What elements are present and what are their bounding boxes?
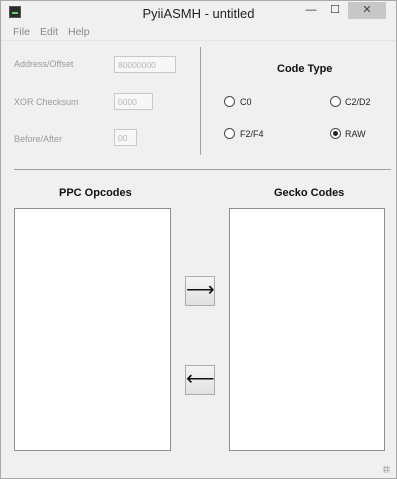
radio-c2-d2-label: C2/D2 bbox=[345, 97, 371, 107]
main-window: PyiiASMH - untitled — ☐ ✕ File Edit Help… bbox=[0, 0, 397, 479]
radio-f2-f4[interactable] bbox=[224, 128, 235, 139]
gecko-codes-title: Gecko Codes bbox=[274, 187, 345, 199]
close-button[interactable]: ✕ bbox=[348, 2, 386, 19]
before-after-label: Before/After bbox=[14, 134, 63, 144]
gecko-codes-textarea[interactable] bbox=[229, 208, 385, 451]
xor-checksum-input[interactable]: 0000 bbox=[114, 93, 153, 110]
ppc-opcodes-textarea[interactable] bbox=[14, 208, 171, 451]
menu-help[interactable]: Help bbox=[68, 26, 90, 38]
radio-raw-label: RAW bbox=[345, 129, 366, 139]
radio-c0-label: C0 bbox=[240, 97, 252, 107]
menu-bar: File Edit Help bbox=[1, 25, 396, 41]
disassemble-button[interactable]: ⟵ bbox=[185, 365, 215, 395]
maximize-button[interactable]: ☐ bbox=[323, 2, 347, 19]
address-input[interactable]: 80000000 bbox=[114, 56, 176, 73]
before-after-input[interactable]: 00 bbox=[114, 129, 137, 146]
minimize-button[interactable]: — bbox=[299, 2, 323, 19]
resize-grip-icon[interactable] bbox=[383, 466, 390, 473]
title-bar[interactable]: PyiiASMH - untitled — ☐ ✕ bbox=[1, 1, 396, 25]
ppc-opcodes-title: PPC Opcodes bbox=[59, 187, 132, 199]
address-label: Address/Offset bbox=[14, 59, 74, 69]
xor-checksum-label: XOR Checksum bbox=[14, 97, 79, 107]
horizontal-divider bbox=[14, 169, 391, 170]
radio-c0[interactable] bbox=[224, 96, 235, 107]
code-type-title: Code Type bbox=[277, 63, 333, 75]
menu-file[interactable]: File bbox=[13, 26, 30, 38]
radio-raw[interactable] bbox=[330, 128, 341, 139]
vertical-divider bbox=[200, 47, 201, 155]
menu-edit[interactable]: Edit bbox=[40, 26, 58, 38]
assemble-button[interactable]: ⟶ bbox=[185, 276, 215, 306]
radio-c2-d2[interactable] bbox=[330, 96, 341, 107]
radio-f2-f4-label: F2/F4 bbox=[240, 129, 264, 139]
